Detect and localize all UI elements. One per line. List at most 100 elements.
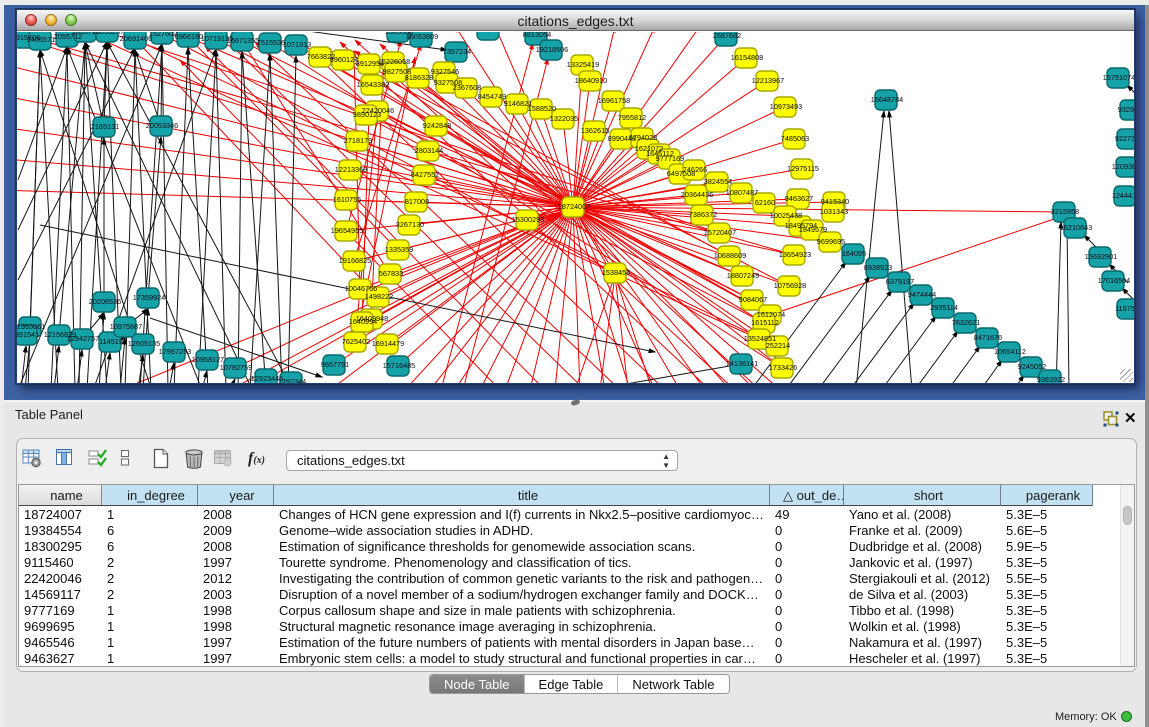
svg-text:7955812: 7955812 [618, 113, 646, 122]
svg-text:1640994: 1640994 [349, 317, 377, 326]
svg-text:2935114: 2935114 [930, 303, 958, 312]
svg-text:1362615: 1362615 [581, 126, 609, 135]
svg-text:19654955: 19654955 [331, 226, 363, 235]
svg-text:10807487: 10807487 [726, 188, 758, 197]
svg-text:16154808: 16154808 [731, 53, 763, 62]
svg-text:18807249: 18807249 [727, 271, 759, 280]
svg-text:10654112: 10654112 [994, 347, 1026, 356]
svg-text:17957253: 17957253 [159, 347, 191, 356]
svg-text:1244415: 1244415 [1112, 191, 1134, 200]
svg-text:10756928: 10756928 [774, 281, 806, 290]
svg-text:16671355: 16671355 [227, 36, 259, 45]
svg-text:12975115: 12975115 [787, 164, 819, 173]
svg-text:10973493: 10973493 [770, 102, 802, 111]
svg-text:9327546: 9327546 [431, 67, 459, 76]
svg-text:1538454: 1538454 [602, 268, 630, 277]
svg-text:15226058: 15226058 [378, 57, 410, 66]
svg-text:7386372: 7386372 [689, 210, 717, 219]
svg-text:13325419: 13325419 [567, 60, 599, 69]
svg-text:2687682: 2687682 [713, 32, 741, 40]
svg-text:9657791: 9657791 [321, 360, 349, 369]
svg-text:7632621: 7632621 [952, 318, 980, 327]
svg-text:252214: 252214 [766, 341, 790, 350]
svg-text:12093872: 12093872 [1112, 162, 1134, 171]
svg-text:9463627: 9463627 [785, 194, 813, 203]
svg-text:9474444: 9474444 [908, 290, 936, 299]
svg-text:8186328: 8186328 [405, 73, 433, 82]
svg-text:8938923: 8938923 [864, 263, 892, 272]
svg-text:16053809: 16053809 [406, 32, 438, 41]
svg-text:20206536: 20206536 [89, 297, 121, 306]
svg-text:2165131: 2165131 [91, 122, 119, 131]
svg-text:9383922: 9383922 [1037, 375, 1065, 383]
svg-text:3215958: 3215958 [1051, 207, 1079, 216]
svg-text:567833: 567833 [379, 269, 403, 278]
svg-text:9242848: 9242848 [423, 121, 451, 130]
svg-text:12213967: 12213967 [752, 76, 784, 85]
svg-text:8960124: 8960124 [330, 55, 358, 64]
svg-text:18640910: 18640910 [575, 76, 607, 85]
svg-text:9329966: 9329966 [1118, 105, 1134, 114]
svg-text:3824554: 3824554 [704, 177, 732, 186]
svg-text:16961758: 16961758 [598, 96, 630, 105]
svg-text:9227349: 9227349 [1115, 134, 1134, 143]
svg-text:1335359: 1335359 [385, 245, 413, 254]
svg-text:1610755: 1610755 [333, 195, 361, 204]
svg-text:12942757: 12942757 [67, 334, 99, 343]
svg-text:8813054: 8813054 [475, 32, 503, 34]
svg-text:12505135: 12505135 [128, 339, 160, 348]
svg-text:3267130: 3267130 [396, 220, 424, 229]
svg-text:1405571: 1405571 [27, 35, 55, 44]
svg-text:16914479: 16914479 [372, 339, 404, 348]
svg-text:10688609: 10688609 [714, 251, 746, 260]
svg-text:1292344: 1292344 [278, 377, 306, 383]
svg-text:18724007: 18724007 [558, 202, 590, 211]
svg-text:9890123: 9890123 [353, 110, 381, 119]
svg-text:15751074: 15751074 [1103, 73, 1134, 82]
svg-text:15692901: 15692901 [1085, 252, 1117, 261]
svg-text:1849579: 1849579 [799, 225, 827, 234]
svg-text:2718179: 2718179 [344, 136, 372, 145]
svg-text:17359924: 17359924 [133, 293, 165, 302]
svg-text:1615112: 1615112 [751, 318, 779, 327]
svg-text:19218506: 19218506 [536, 45, 568, 54]
svg-text:12213369: 12213369 [335, 165, 367, 174]
svg-text:7625402: 7625402 [342, 337, 370, 346]
svg-text:13654923: 13654923 [779, 250, 811, 259]
svg-text:19166825: 19166825 [339, 256, 371, 265]
svg-text:1527602: 1527602 [149, 32, 177, 38]
svg-text:9245052: 9245052 [1018, 362, 1046, 371]
svg-text:746266: 746266 [683, 165, 707, 174]
svg-text:20691406: 20691406 [120, 34, 152, 43]
svg-text:16648784: 16648784 [871, 95, 903, 104]
svg-text:7357234: 7357234 [443, 47, 471, 56]
svg-text:1031343: 1031343 [820, 207, 848, 216]
svg-text:1071913: 1071913 [283, 40, 311, 49]
svg-text:20364436: 20364436 [681, 190, 713, 199]
svg-text:17016504: 17016504 [1098, 276, 1130, 285]
svg-text:16543382: 16543382 [357, 80, 389, 89]
svg-text:20053346: 20053346 [146, 121, 178, 130]
svg-text:8471676: 8471676 [974, 333, 1002, 342]
svg-text:62160: 62160 [755, 198, 775, 207]
svg-text:8454749: 8454749 [478, 92, 506, 101]
svg-text:1167532: 1167532 [1115, 304, 1134, 313]
svg-text:9777169: 9777169 [656, 154, 684, 163]
svg-text:164095: 164095 [842, 249, 866, 258]
svg-text:817008: 817008 [405, 197, 429, 206]
svg-text:10025438: 10025438 [770, 211, 802, 220]
svg-text:1322035: 1322035 [550, 114, 578, 123]
svg-text:15720407: 15720407 [704, 228, 736, 237]
svg-text:8427552: 8427552 [411, 170, 439, 179]
svg-text:8813054: 8813054 [523, 32, 551, 39]
svg-text:7515536: 7515536 [257, 38, 285, 47]
svg-text:1498222: 1498222 [365, 292, 393, 301]
svg-text:2803144: 2803144 [415, 146, 443, 155]
svg-text:15300293: 15300293 [512, 215, 544, 224]
svg-text:10782759: 10782759 [220, 363, 252, 372]
svg-text:7485063: 7485063 [781, 134, 809, 143]
svg-text:9699695: 9699695 [817, 237, 845, 246]
svg-text:15716485: 15716485 [383, 361, 415, 370]
svg-text:14136141: 14136141 [726, 359, 758, 368]
svg-text:2367608: 2367608 [453, 83, 481, 92]
